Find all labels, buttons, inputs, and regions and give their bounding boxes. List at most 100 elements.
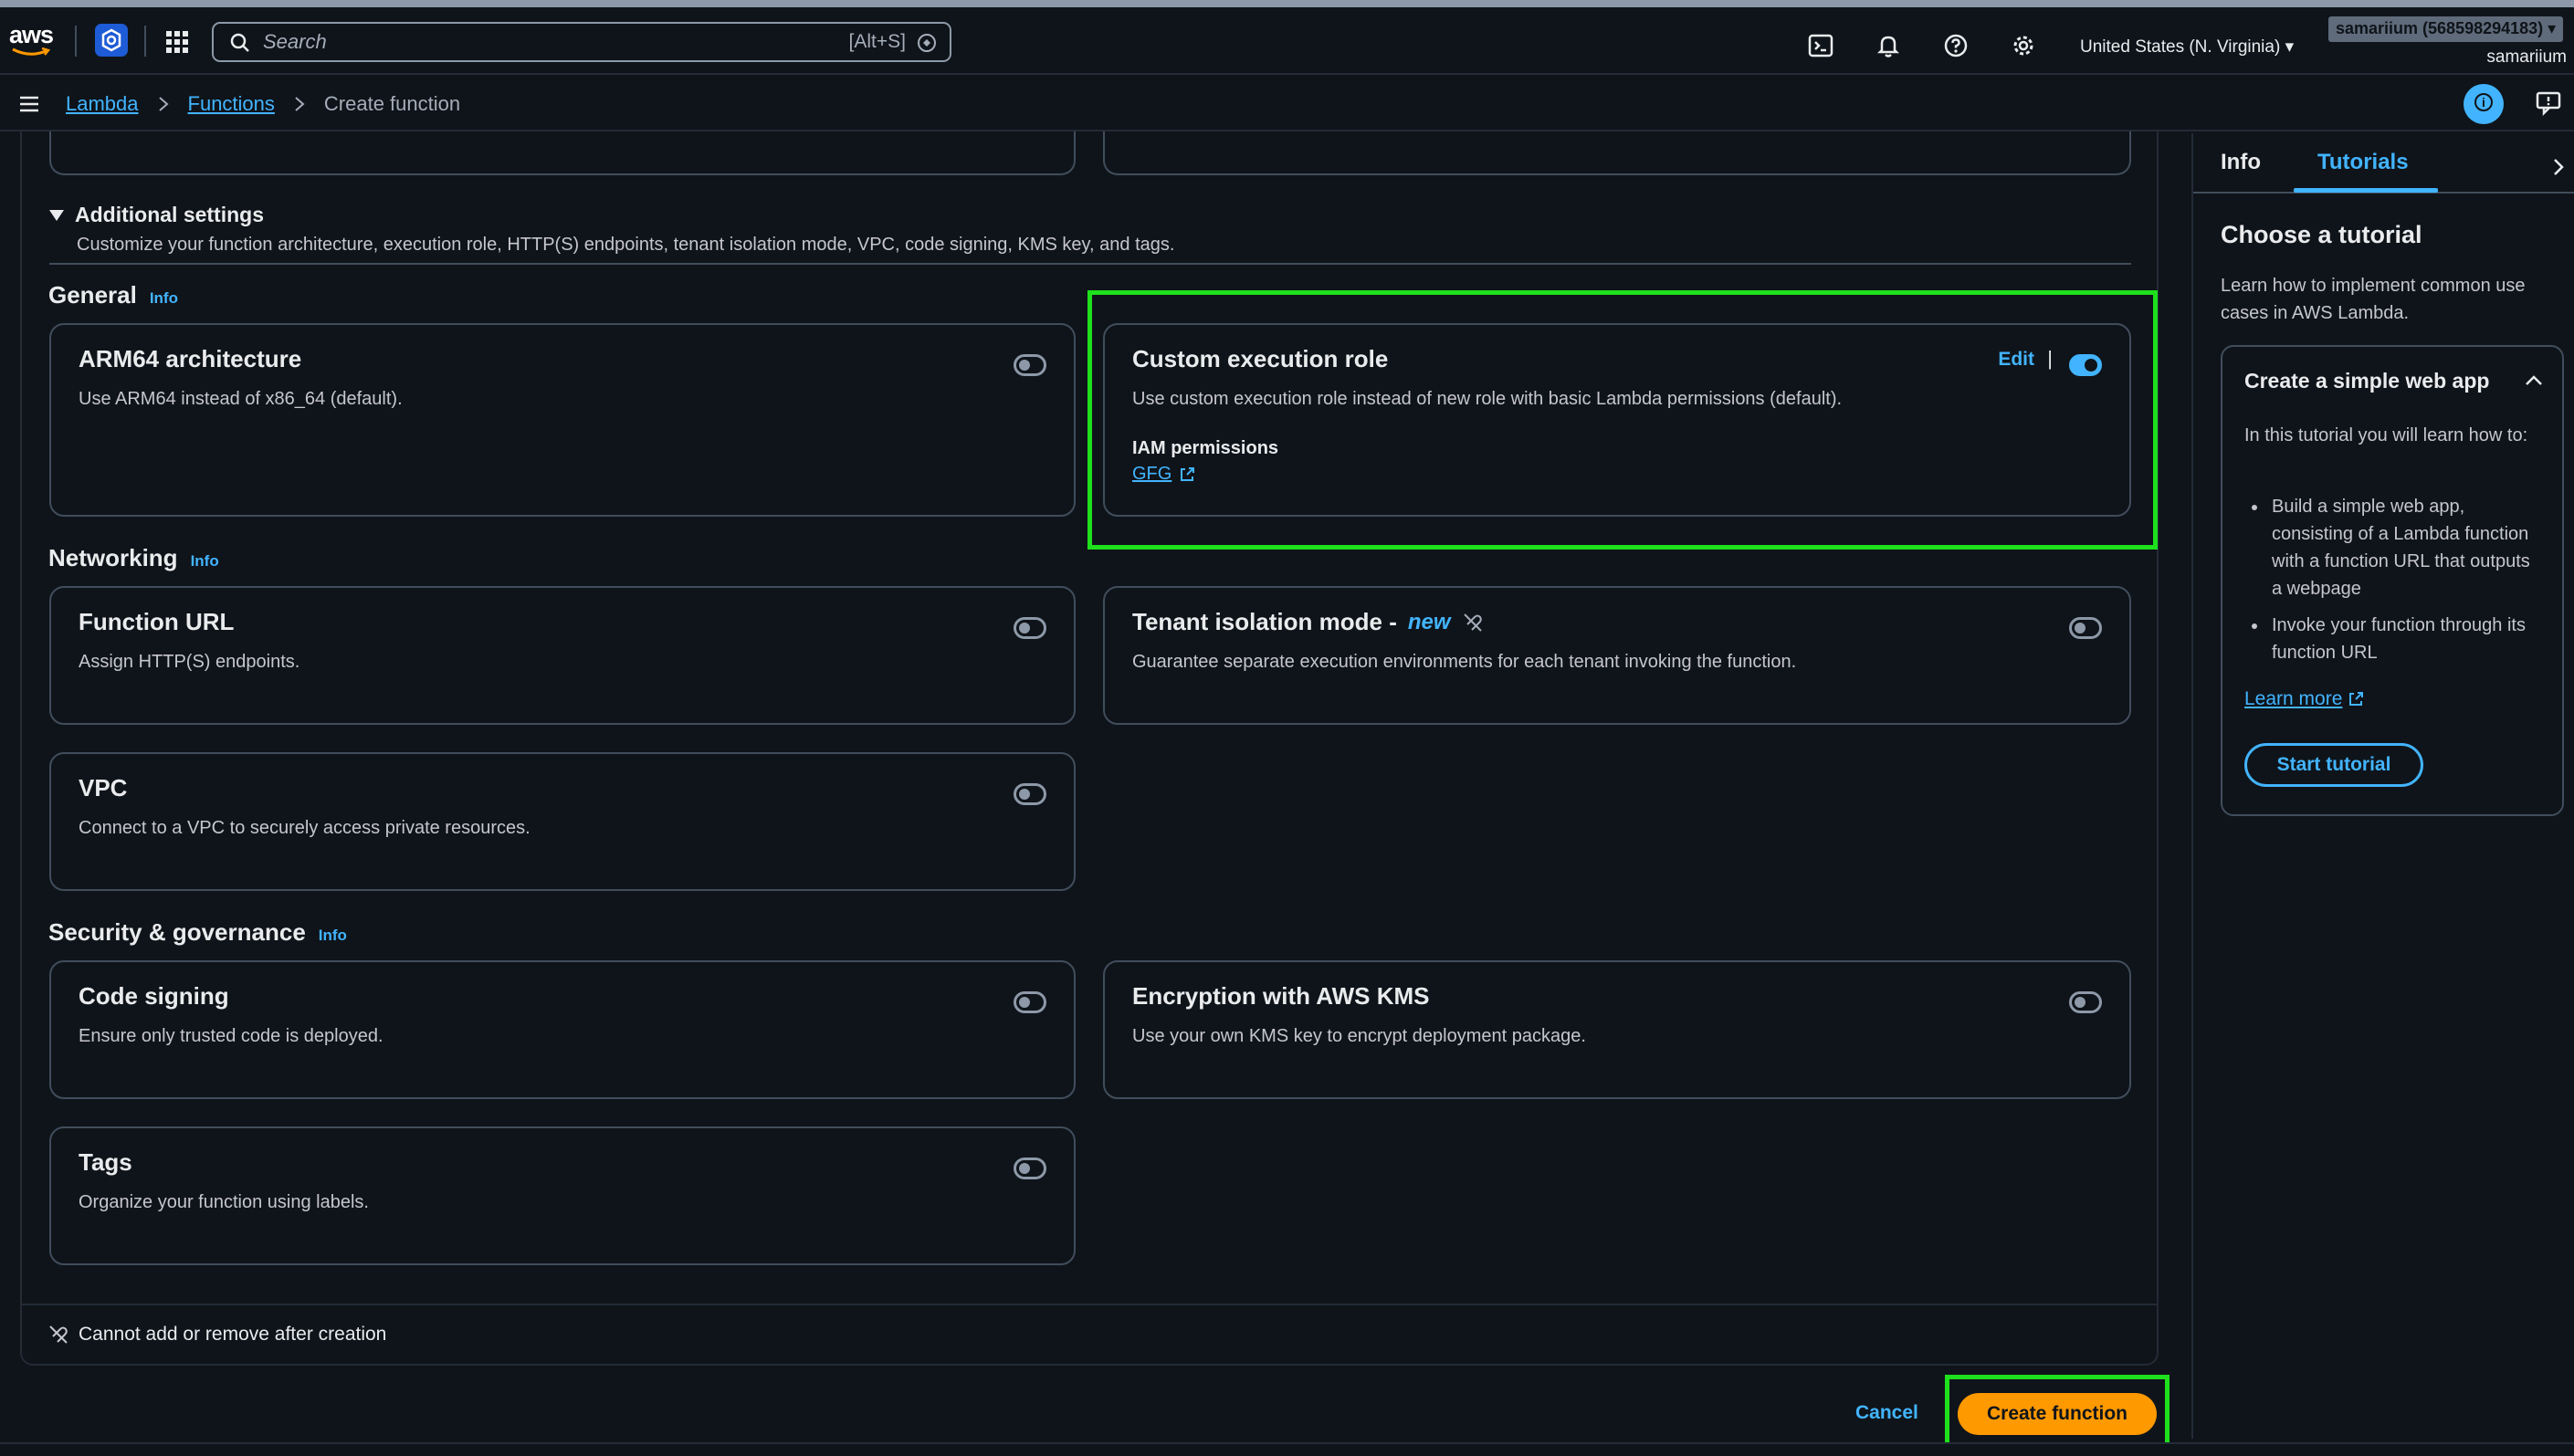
- search-shortcut: [Alt+S]: [848, 31, 906, 52]
- general-info-link[interactable]: Info: [150, 289, 178, 308]
- browser-top-strip: [0, 0, 2574, 7]
- breadcrumb-bar: Lambda Functions Create function i: [0, 77, 2574, 131]
- tags-description: Organize your function using labels.: [79, 1192, 369, 1212]
- tenant-isolation-description: Guarantee separate execution environment…: [1132, 652, 1797, 672]
- vpc-title: VPC: [79, 774, 128, 801]
- lambda-service-icon[interactable]: [95, 24, 128, 57]
- breadcrumb-lambda[interactable]: Lambda: [66, 92, 139, 116]
- vpc-card: VPC Connect to a VPC to securely access …: [49, 752, 1076, 891]
- aws-logo[interactable]: aws: [9, 22, 57, 58]
- vpc-toggle[interactable]: [1014, 783, 1046, 805]
- list-item: Invoke your function through its functio…: [2244, 612, 2537, 666]
- kms-toggle[interactable]: [2069, 991, 2102, 1013]
- function-url-card: Function URL Assign HTTP(S) endpoints.: [49, 586, 1076, 725]
- kms-encryption-card: Encryption with AWS KMS Use your own KMS…: [1103, 960, 2131, 1099]
- function-url-toggle[interactable]: [1014, 617, 1046, 639]
- breadcrumb-current: Create function: [323, 92, 461, 115]
- tags-title: Tags: [79, 1148, 132, 1176]
- highlight-box-create-function: [1945, 1375, 2170, 1451]
- function-url-description: Assign HTTP(S) endpoints.: [79, 652, 300, 672]
- code-signing-description: Ensure only trusted code is deployed.: [79, 1026, 383, 1046]
- services-grid-icon[interactable]: [164, 29, 190, 55]
- tags-card: Tags Organize your function using labels…: [49, 1126, 1076, 1265]
- learn-more-text[interactable]: Learn more: [2244, 688, 2342, 710]
- kms-description: Use your own KMS key to encrypt deployme…: [1132, 1026, 1586, 1046]
- additional-settings-title: Additional settings: [75, 203, 264, 226]
- account-menu[interactable]: samariium (568598294183) ▾: [2328, 16, 2564, 42]
- immutable-setting-icon: [1462, 612, 1484, 634]
- nav-divider: [144, 26, 146, 57]
- search-input[interactable]: [263, 29, 774, 55]
- status-strip: [0, 1442, 2574, 1456]
- cloudshell-icon[interactable]: [1808, 33, 1835, 60]
- additional-settings-description: Customize your function architecture, ex…: [77, 235, 1175, 255]
- help-icon[interactable]: [1943, 33, 1970, 60]
- tutorial-intro: In this tutorial you will learn how to:: [2244, 425, 2528, 445]
- tab-tutorials[interactable]: Tutorials: [2317, 150, 2409, 175]
- arm64-card: ARM64 architecture Use ARM64 instead of …: [49, 323, 1076, 517]
- previous-card-bottom: [1103, 131, 2131, 175]
- tools-heading: Choose a tutorial: [2221, 221, 2422, 248]
- breadcrumb-functions[interactable]: Functions: [188, 92, 275, 116]
- username[interactable]: samariium: [2486, 47, 2567, 68]
- tools-lead: Learn how to implement common use cases …: [2221, 276, 2526, 323]
- caret-down-icon: [49, 209, 64, 221]
- top-navigation: aws [Alt+S] United States (N. Virginia) …: [0, 7, 2574, 75]
- immutable-note-text: Cannot add or remove after creation: [79, 1324, 387, 1345]
- search-options-icon[interactable]: [917, 33, 937, 53]
- search-box[interactable]: [Alt+S]: [212, 22, 951, 62]
- settings-gear-icon[interactable]: [2011, 33, 2038, 60]
- feedback-icon[interactable]: [2535, 89, 2562, 117]
- tutorial-card: Create a simple web app In this tutorial…: [2221, 345, 2564, 816]
- external-link-icon: [2348, 691, 2364, 707]
- menu-hamburger-icon[interactable]: [18, 93, 40, 115]
- start-tutorial-button[interactable]: Start tutorial: [2244, 743, 2423, 787]
- security-info-link[interactable]: Info: [319, 927, 347, 945]
- tags-toggle[interactable]: [1014, 1157, 1046, 1179]
- new-badge: new: [1407, 609, 1451, 634]
- arm64-description: Use ARM64 instead of x86_64 (default).: [79, 389, 403, 409]
- function-url-title: Function URL: [79, 608, 235, 635]
- info-panel-toggle[interactable]: i: [2464, 84, 2504, 124]
- chevron-right-icon: [157, 96, 170, 112]
- learn-more-link[interactable]: Learn more: [2244, 688, 2364, 710]
- search-icon: [230, 33, 250, 53]
- breadcrumb: Lambda Functions Create function: [66, 92, 460, 116]
- tutorial-steps: Build a simple web app, consisting of a …: [2244, 493, 2537, 666]
- code-signing-title: Code signing: [79, 982, 229, 1010]
- tutorial-title[interactable]: Create a simple web app: [2244, 369, 2489, 393]
- highlight-box-custom-role: [1087, 290, 2158, 550]
- cancel-button[interactable]: Cancel: [1855, 1402, 1918, 1424]
- code-signing-card: Code signing Ensure only trusted code is…: [49, 960, 1076, 1099]
- tab-info[interactable]: Info: [2221, 150, 2261, 175]
- immutable-settings-note: Cannot add or remove after creation: [20, 1304, 2159, 1366]
- security-section-title: Security & governance Info: [48, 918, 347, 946]
- code-signing-toggle[interactable]: [1014, 991, 1046, 1013]
- chevron-up-icon[interactable]: [2524, 374, 2544, 387]
- chevron-right-icon[interactable]: [2550, 157, 2567, 177]
- arm64-toggle[interactable]: [1014, 354, 1046, 376]
- immutable-setting-icon: [49, 1325, 68, 1344]
- tenant-isolation-card: Tenant isolation mode - new Guarantee se…: [1103, 586, 2131, 725]
- networking-section-title: Networking Info: [48, 544, 219, 571]
- general-section-title: General Info: [48, 281, 178, 309]
- notifications-bell-icon[interactable]: [1875, 33, 1903, 60]
- networking-info-link[interactable]: Info: [191, 552, 219, 571]
- list-item: Build a simple web app, consisting of a …: [2244, 493, 2537, 602]
- region-selector[interactable]: United States (N. Virginia) ▾: [2080, 37, 2294, 58]
- previous-card-bottom: [49, 131, 1076, 175]
- section-divider: [49, 263, 2131, 265]
- additional-settings-header[interactable]: Additional settings Customize your funct…: [49, 203, 1174, 256]
- vpc-description: Connect to a VPC to securely access priv…: [79, 818, 531, 838]
- tools-tabs: Info Tutorials: [2193, 133, 2574, 194]
- nav-divider: [75, 26, 77, 57]
- tenant-isolation-toggle[interactable]: [2069, 617, 2102, 639]
- arm64-title: ARM64 architecture: [79, 345, 302, 372]
- info-icon: i: [2474, 93, 2493, 111]
- active-tab-indicator: [2294, 188, 2438, 193]
- tools-panel: Info Tutorials Choose a tutorial Learn h…: [2191, 133, 2574, 1439]
- chevron-right-icon: [293, 96, 306, 112]
- kms-title: Encryption with AWS KMS: [1132, 982, 1430, 1010]
- tenant-isolation-title: Tenant isolation mode - new: [1132, 608, 1484, 636]
- aws-logo-text: aws: [9, 21, 54, 48]
